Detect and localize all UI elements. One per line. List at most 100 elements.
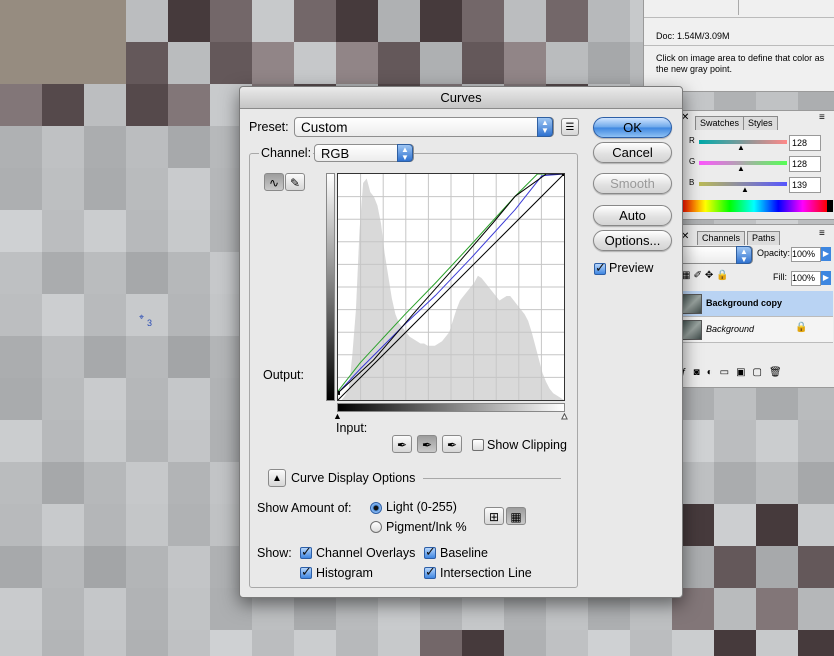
tab-channels[interactable]: Channels xyxy=(697,231,746,245)
slider-thumb-icon[interactable]: ▲ xyxy=(741,185,749,194)
image-pixel xyxy=(84,84,126,126)
show-clipping-checkbox[interactable] xyxy=(472,439,484,451)
preset-value: Custom xyxy=(301,120,348,135)
image-pixel xyxy=(210,42,252,84)
image-pixel xyxy=(126,546,168,588)
image-pixel xyxy=(714,630,756,656)
image-pixel xyxy=(294,0,336,42)
image-pixel xyxy=(126,420,168,462)
image-pixel xyxy=(42,378,84,420)
image-pixel xyxy=(0,462,42,504)
white-point-slider-icon[interactable]: ▲ xyxy=(560,411,570,422)
opacity-arrow-icon[interactable]: ▶ xyxy=(821,247,831,261)
curve-tool-icon[interactable]: ∿ xyxy=(264,173,284,191)
layer-row[interactable]: Background 🔒 xyxy=(679,317,833,343)
image-pixel xyxy=(42,294,84,336)
sampler-number: 3 xyxy=(147,318,153,328)
fill-arrow-icon[interactable]: ▶ xyxy=(821,271,831,285)
slider-label-g: G xyxy=(689,157,696,166)
preview-checkbox[interactable] xyxy=(594,260,606,276)
image-pixel xyxy=(294,42,336,84)
opacity-input[interactable]: 100% xyxy=(791,247,821,262)
image-pixel xyxy=(504,42,546,84)
channel-overlays-checkbox[interactable] xyxy=(300,544,312,560)
ok-button[interactable]: OK xyxy=(593,117,672,138)
pencil-tool-icon[interactable]: ✎ xyxy=(285,173,305,191)
image-pixel xyxy=(756,588,798,630)
tab-paths[interactable]: Paths xyxy=(747,231,781,245)
image-pixel xyxy=(84,420,126,462)
lock-icons[interactable]: ▦✐✥🔒 xyxy=(681,270,732,281)
preset-label: Preset: xyxy=(249,120,289,134)
image-pixel xyxy=(0,210,42,252)
pigment-radio[interactable] xyxy=(370,521,382,533)
info-divider-h2 xyxy=(644,45,834,46)
slider-value-g[interactable]: 128 xyxy=(789,156,821,172)
layers-footer-icons[interactable]: ƒ◙◐▭▣▢🗑 xyxy=(681,367,789,378)
slider-thumb-icon[interactable]: ▲ xyxy=(737,164,745,173)
image-pixel xyxy=(168,462,210,504)
cancel-button[interactable]: Cancel xyxy=(593,142,672,163)
image-pixel xyxy=(168,336,210,378)
auto-button[interactable]: Auto xyxy=(593,205,672,226)
white-eyedropper-icon[interactable]: ✒ xyxy=(442,435,462,453)
slider-thumb-icon[interactable]: ▲ xyxy=(737,143,745,152)
image-pixel xyxy=(84,546,126,588)
detailed-grid-icon[interactable]: ▦ xyxy=(506,507,526,525)
image-pixel xyxy=(42,210,84,252)
disclosure-triangle-icon[interactable]: ▲ xyxy=(268,469,286,487)
slider-value-b[interactable]: 139 xyxy=(789,177,821,193)
blend-mode-select[interactable]: ▲ ▼ xyxy=(679,246,753,264)
tab-styles[interactable]: Styles xyxy=(743,116,778,130)
image-pixel xyxy=(42,42,84,84)
image-pixel xyxy=(0,168,42,210)
tab-swatches[interactable]: Swatches xyxy=(695,116,745,130)
slider-value-r[interactable]: 128 xyxy=(789,135,821,151)
image-pixel xyxy=(42,546,84,588)
intersection-line-checkbox[interactable] xyxy=(424,564,436,580)
preset-options-icon[interactable]: ☰ xyxy=(561,118,579,136)
fill-input[interactable]: 100% xyxy=(791,271,821,286)
histogram-checkbox[interactable] xyxy=(300,564,312,580)
curve-graph[interactable] xyxy=(337,173,565,401)
input-label: Input: xyxy=(336,421,368,435)
image-pixel xyxy=(42,462,84,504)
baseline-checkbox[interactable] xyxy=(424,544,436,560)
image-pixel xyxy=(0,42,42,84)
image-pixel xyxy=(42,126,84,168)
image-pixel xyxy=(84,168,126,210)
image-pixel xyxy=(42,588,84,630)
channel-select[interactable]: RGB ▲ ▼ xyxy=(314,144,414,162)
channel-overlays-label: Channel Overlays xyxy=(316,546,416,560)
image-pixel xyxy=(378,0,420,42)
options-button[interactable]: Options... xyxy=(593,230,672,251)
image-pixel xyxy=(798,588,834,630)
image-pixel xyxy=(0,588,42,630)
black-eyedropper-icon[interactable]: ✒ xyxy=(392,435,412,453)
image-pixel xyxy=(714,462,756,504)
spectrum-black[interactable] xyxy=(827,200,833,212)
preset-select[interactable]: Custom ▲ ▼ xyxy=(294,117,554,137)
layer-row[interactable]: Background copy xyxy=(679,291,833,317)
panel-menu-icon[interactable]: ≡ xyxy=(819,112,825,123)
gray-eyedropper-icon[interactable]: ✒ xyxy=(417,435,437,453)
input-gradient xyxy=(337,403,565,412)
lock-icon: 🔒 xyxy=(795,322,808,333)
image-pixel xyxy=(126,0,168,42)
image-pixel xyxy=(462,42,504,84)
image-pixel xyxy=(798,420,834,462)
light-label: Light (0-255) xyxy=(386,500,457,514)
image-pixel xyxy=(420,630,462,656)
black-point-slider-icon[interactable]: ▲ xyxy=(333,411,342,421)
channel-label: Channel: xyxy=(259,146,314,160)
image-pixel xyxy=(210,0,252,42)
image-pixel xyxy=(168,252,210,294)
image-pixel xyxy=(378,630,420,656)
panel-menu-icon[interactable]: ≡ xyxy=(819,228,825,239)
color-spectrum[interactable] xyxy=(681,200,827,212)
image-pixel xyxy=(798,504,834,546)
image-pixel xyxy=(42,504,84,546)
simple-grid-icon[interactable]: ⊞ xyxy=(484,507,504,525)
light-radio[interactable] xyxy=(370,502,382,514)
info-divider-h xyxy=(644,17,834,18)
